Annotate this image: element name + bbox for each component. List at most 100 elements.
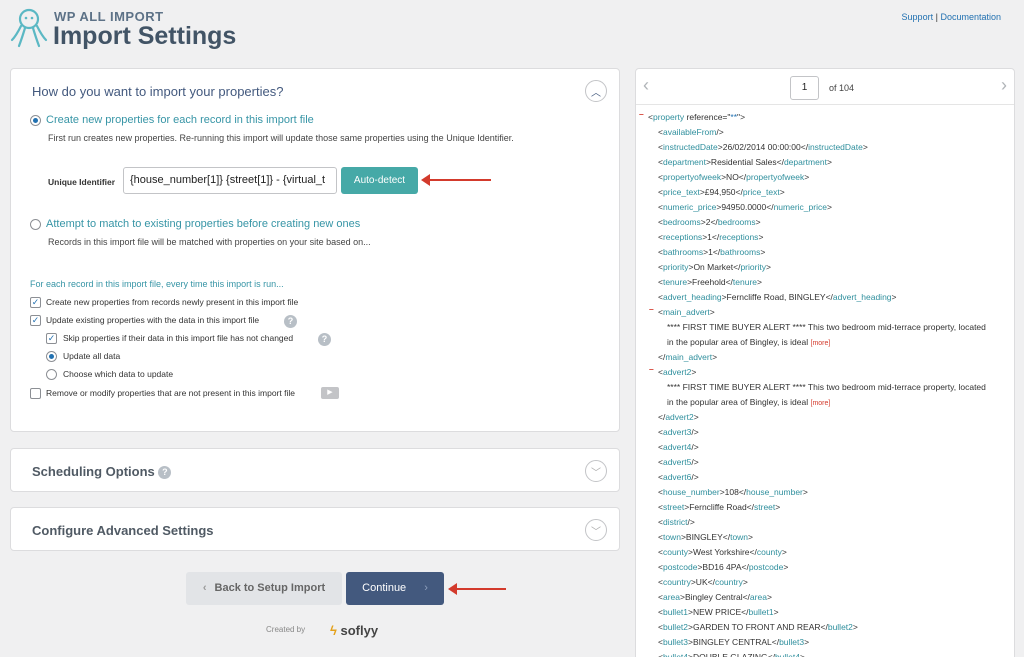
xml-line[interactable]: <tenure>Freehold</tenure> bbox=[658, 275, 762, 290]
xml-text: >1</ bbox=[703, 247, 721, 257]
back-button[interactable]: ‹ Back to Setup Import bbox=[186, 572, 342, 605]
create-new-radio[interactable] bbox=[30, 115, 41, 126]
collapse-toggle[interactable]: ︿ bbox=[585, 80, 607, 102]
xml-tag-name: bullet1 bbox=[662, 607, 689, 617]
create-new-description: First run creates new properties. Re-run… bbox=[48, 133, 514, 143]
xml-line[interactable]: </advert2> bbox=[658, 410, 699, 425]
update-existing-checkbox[interactable]: ✓ bbox=[30, 315, 41, 326]
continue-button[interactable]: Continue › bbox=[346, 572, 444, 605]
xml-text: >26/02/2014 00:00:00</ bbox=[717, 142, 809, 152]
match-existing-label[interactable]: Attempt to match to existing properties … bbox=[46, 218, 360, 230]
xml-tag-name: town bbox=[662, 532, 681, 542]
xml-tag-name: bedrooms bbox=[717, 217, 756, 227]
documentation-link[interactable]: Documentation bbox=[940, 12, 1001, 22]
previous-record-icon[interactable]: ‹ bbox=[643, 75, 649, 96]
xml-line[interactable]: <country>UK</country> bbox=[658, 575, 748, 590]
xml-text: > bbox=[852, 622, 858, 632]
collapse-node-icon[interactable]: – bbox=[649, 364, 654, 374]
xml-line[interactable]: <price_text>£94,950</price_text> bbox=[658, 185, 785, 200]
xml-line[interactable]: <advert_heading>Ferncliffe Road, BINGLEY… bbox=[658, 290, 897, 305]
record-navigation: ‹ 1 of 104 › bbox=[636, 69, 1014, 105]
xml-tag-name: house_number bbox=[746, 487, 803, 497]
xml-text: >Ferncliffe Road, BINGLEY</ bbox=[721, 292, 833, 302]
xml-line[interactable]: <receptions>1</receptions> bbox=[658, 230, 763, 245]
update-all-radio[interactable] bbox=[46, 351, 57, 362]
xml-line[interactable]: in the popular area of Bingley, is ideal… bbox=[667, 395, 830, 411]
advanced-settings-panel[interactable]: Configure Advanced Settings ﹀ bbox=[10, 507, 620, 551]
xml-text: >NO</ bbox=[721, 172, 747, 182]
xml-line[interactable]: <propertyofweek>NO</propertyofweek> bbox=[658, 170, 809, 185]
support-link[interactable]: Support bbox=[902, 12, 934, 22]
help-icon[interactable]: ? bbox=[284, 315, 297, 328]
xml-tag-name: bullet1 bbox=[748, 607, 774, 617]
xml-text: in the popular area of Bingley, is ideal bbox=[667, 337, 811, 347]
xml-tag-name: street bbox=[754, 502, 776, 512]
xml-tag-name: county bbox=[756, 547, 782, 557]
xml-line[interactable]: <main_advert> bbox=[658, 305, 715, 320]
unique-identifier-input[interactable]: {house_number[1]} {street[1]} - {virtual… bbox=[123, 167, 337, 194]
chevron-up-icon: ︿ bbox=[591, 87, 601, 99]
remove-modify-checkbox[interactable] bbox=[30, 388, 41, 399]
xml-line[interactable]: <bullet4>DOUBLE GLAZING</bullet4> bbox=[658, 650, 805, 657]
xml-line[interactable]: <advert2> bbox=[658, 365, 696, 380]
xml-line[interactable]: <bullet3>BINGLEY CENTRAL</bullet3> bbox=[658, 635, 809, 650]
xml-line[interactable]: <advert6/> bbox=[658, 470, 699, 485]
more-link[interactable]: [more] bbox=[811, 400, 831, 407]
xml-text: > bbox=[775, 502, 781, 512]
xml-text: >Ferncliffe Road</ bbox=[684, 502, 755, 512]
xml-text: > bbox=[773, 607, 779, 617]
help-icon[interactable]: ? bbox=[158, 466, 172, 480]
xml-line[interactable]: <district/> bbox=[658, 515, 695, 530]
xml-line[interactable]: <postcode>BD16 4PA</postcode> bbox=[658, 560, 788, 575]
xml-line[interactable]: <advert4/> bbox=[658, 440, 699, 455]
video-icon[interactable]: ▶ bbox=[321, 387, 339, 399]
scheduling-panel[interactable]: Scheduling Options ? ﹀ bbox=[10, 448, 620, 492]
xml-text: /> bbox=[691, 427, 699, 437]
xml-line[interactable]: <advert5/> bbox=[658, 455, 699, 470]
xml-line[interactable]: **** FIRST TIME BUYER ALERT **** This tw… bbox=[667, 380, 986, 395]
xml-line[interactable]: <availableFrom/> bbox=[658, 125, 724, 140]
xml-text: > bbox=[742, 577, 748, 587]
xml-line[interactable]: <street>Ferncliffe Road</street> bbox=[658, 500, 780, 515]
expand-toggle[interactable]: ﹀ bbox=[585, 460, 607, 482]
help-icon[interactable]: ? bbox=[318, 333, 331, 346]
xml-line[interactable]: <bedrooms>2</bedrooms> bbox=[658, 215, 761, 230]
auto-detect-button[interactable]: Auto-detect bbox=[341, 167, 418, 194]
xml-tag-name: advert5 bbox=[662, 457, 692, 467]
create-new-label[interactable]: Create new properties for each record in… bbox=[46, 114, 314, 126]
xml-line[interactable]: <bullet1>NEW PRICE</bullet1> bbox=[658, 605, 779, 620]
xml-text: > bbox=[804, 637, 810, 647]
xml-line[interactable]: <property reference="**"> bbox=[648, 110, 745, 125]
xml-line[interactable]: <bullet2>GARDEN TO FRONT AND REAR</bulle… bbox=[658, 620, 858, 635]
next-record-icon[interactable]: › bbox=[1001, 75, 1007, 96]
xml-line[interactable]: <bathrooms>1</bathrooms> bbox=[658, 245, 765, 260]
xml-line[interactable]: <instructedDate>26/02/2014 00:00:00</ins… bbox=[658, 140, 868, 155]
choose-data-radio[interactable] bbox=[46, 369, 57, 380]
skip-unchanged-checkbox[interactable]: ✓ bbox=[46, 333, 57, 344]
create-records-checkbox[interactable]: ✓ bbox=[30, 297, 41, 308]
record-number-input[interactable]: 1 bbox=[790, 76, 819, 100]
more-link[interactable]: [more] bbox=[811, 340, 831, 347]
xml-line[interactable]: </main_advert> bbox=[658, 350, 717, 365]
xml-line[interactable]: in the popular area of Bingley, is ideal… bbox=[667, 335, 830, 351]
xml-text: > bbox=[758, 232, 764, 242]
xml-line[interactable]: <town>BINGLEY</town> bbox=[658, 530, 753, 545]
xml-tag-name: availableFrom bbox=[662, 127, 717, 137]
xml-line[interactable]: <house_number>108</house_number> bbox=[658, 485, 808, 500]
xml-line[interactable]: <county>West Yorkshire</county> bbox=[658, 545, 787, 560]
xml-text: > bbox=[691, 367, 697, 377]
create-records-label: Create new properties from records newly… bbox=[46, 297, 299, 307]
expand-toggle[interactable]: ﹀ bbox=[585, 519, 607, 541]
match-existing-radio[interactable] bbox=[30, 219, 41, 230]
update-all-label: Update all data bbox=[63, 351, 121, 361]
collapse-node-icon[interactable]: – bbox=[649, 304, 654, 314]
xml-line[interactable]: <numeric_price>94950.0000</numeric_price… bbox=[658, 200, 832, 215]
collapse-node-icon[interactable]: – bbox=[639, 109, 644, 119]
xml-line[interactable]: <priority>On Market</priority> bbox=[658, 260, 771, 275]
xml-line[interactable]: <advert3/> bbox=[658, 425, 699, 440]
xml-line[interactable]: **** FIRST TIME BUYER ALERT **** This tw… bbox=[667, 320, 986, 335]
xml-text: >Freehold</ bbox=[687, 277, 733, 287]
xml-line[interactable]: <area>Bingley Central</area> bbox=[658, 590, 772, 605]
xml-tag-name: town bbox=[730, 532, 749, 542]
xml-line[interactable]: <department>Residential Sales</departmen… bbox=[658, 155, 832, 170]
